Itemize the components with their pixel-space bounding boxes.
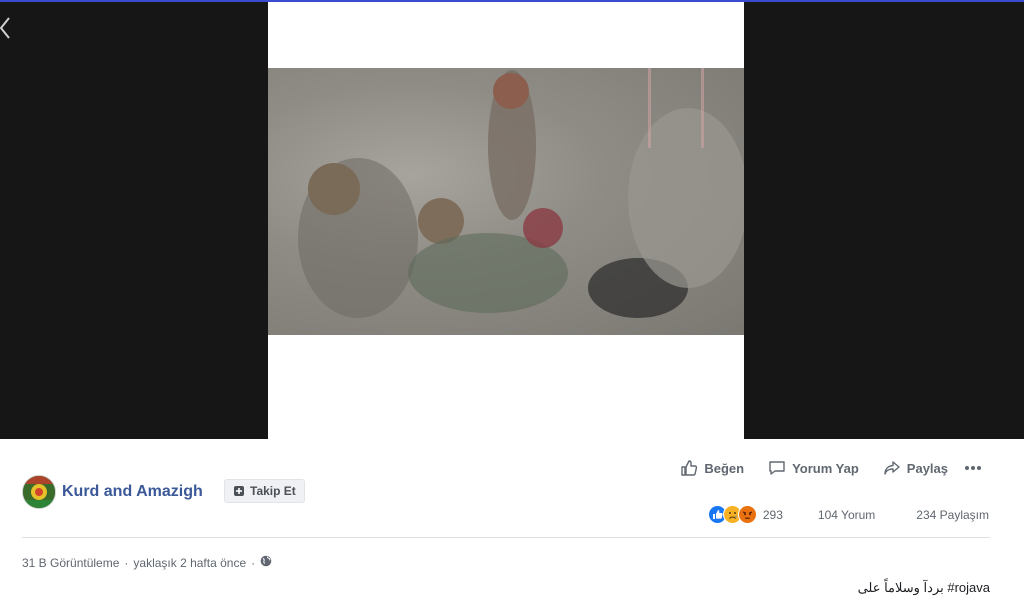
like-label: Beğen <box>704 460 745 476</box>
view-count: 31 B Görüntüleme <box>22 555 120 570</box>
post-meta: 31 B Görüntüleme · yaklaşık 2 hafta önce… <box>22 555 272 570</box>
more-horizontal-icon[interactable] <box>964 465 988 471</box>
reaction-summary[interactable] <box>707 505 757 524</box>
share-label: Paylaş <box>906 460 948 476</box>
share-icon <box>884 461 900 475</box>
page-avatar[interactable] <box>22 475 56 509</box>
follow-label: Takip Et <box>250 484 296 498</box>
reaction-count[interactable]: 293 <box>763 508 783 522</box>
chevron-left-icon[interactable] <box>0 14 18 42</box>
video-player[interactable] <box>268 2 744 439</box>
comment-icon <box>769 461 785 475</box>
comment-label: Yorum Yap <box>792 460 859 476</box>
comment-count-link[interactable]: 104 Yorum <box>818 508 875 522</box>
angry-reaction-icon <box>737 505 757 524</box>
video-stage[interactable] <box>0 2 1024 439</box>
like-button[interactable]: Beğen <box>680 459 744 477</box>
share-count-link[interactable]: 234 Paylaşım <box>916 508 989 522</box>
meta-separator: · <box>124 555 129 570</box>
share-button[interactable]: Paylaş <box>883 459 948 477</box>
post-actions: Beğen Yorum Yap Paylaş <box>656 459 988 477</box>
add-follow-icon <box>233 485 245 497</box>
globe-icon[interactable] <box>260 555 272 570</box>
video-frame[interactable] <box>268 68 744 335</box>
post-stats: 293 104 Yorum 234 Paylaşım <box>707 505 989 524</box>
thumbs-up-icon <box>681 460 698 476</box>
post-info-panel: Kurd and Amazigh Takip Et Beğen Yorum Ya… <box>0 439 1024 603</box>
comment-button[interactable]: Yorum Yap <box>768 459 859 477</box>
page-block: Kurd and Amazigh <box>22 475 203 509</box>
meta-separator-2: · <box>251 555 256 570</box>
page-name-link[interactable]: Kurd and Amazigh <box>62 483 203 501</box>
divider <box>22 537 990 538</box>
post-timestamp[interactable]: yaklaşık 2 hafta önce <box>133 556 246 570</box>
follow-button[interactable]: Takip Et <box>224 479 305 503</box>
post-caption: بردآ وسلاماً على #rojava <box>857 580 990 595</box>
